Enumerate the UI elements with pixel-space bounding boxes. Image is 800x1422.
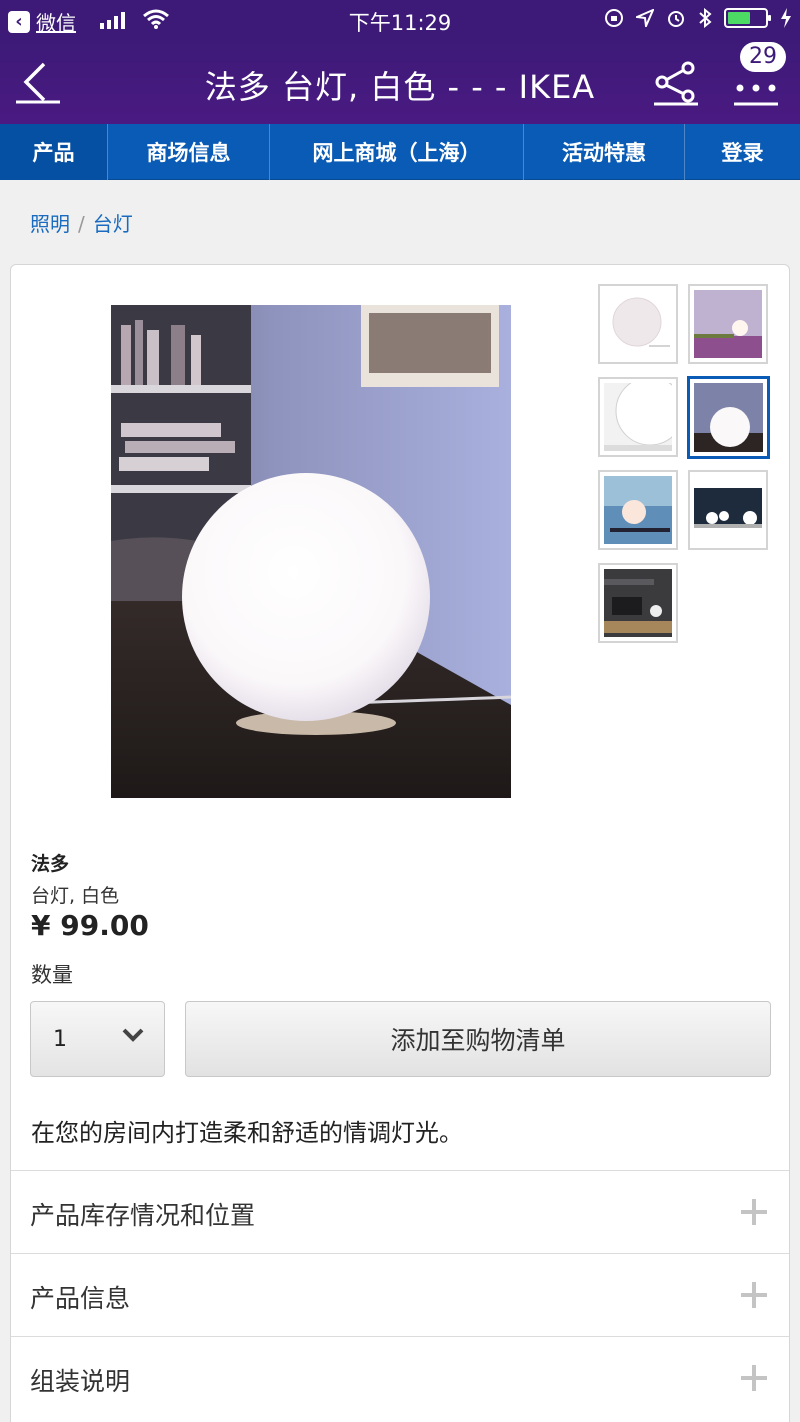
breadcrumb-table-lamps[interactable]: 台灯 (93, 212, 133, 236)
thumbnail-2[interactable] (688, 284, 768, 364)
product-main-image[interactable] (111, 305, 511, 798)
plus-icon (741, 1199, 767, 1225)
product-description: 台灯, 白色 (31, 885, 120, 907)
thumbnail-5[interactable] (598, 470, 678, 550)
location-icon (636, 9, 654, 27)
tab-promotions[interactable]: 活动特惠 (524, 124, 685, 180)
accordion-label: 组装说明 (30, 1367, 131, 1396)
bluetooth-icon (699, 8, 712, 28)
accordion-assembly-instructions[interactable]: 组装说明 (11, 1336, 789, 1419)
product-card: 法多 台灯, 白色 ¥ 99.00 数量 1 添加至购物清单 在您的房间内打造柔… (10, 264, 790, 1422)
add-to-shopping-list-button[interactable]: 添加至购物清单 (185, 1001, 771, 1077)
battery-icon (724, 8, 771, 28)
product-tagline: 在您的房间内打造柔和舒适的情调灯光。 (31, 1119, 463, 1147)
quantity-label: 数量 (31, 963, 73, 987)
nav-tabs: 产品 商场信息 网上商城（上海） 活动特惠 登录 (0, 124, 800, 180)
title-bar: 法多 台灯, 白色 - - - IKEA 29 (0, 40, 800, 124)
accordion-product-info[interactable]: 产品信息 (11, 1253, 789, 1336)
notification-badge: 29 (740, 42, 786, 72)
breadcrumb-lighting[interactable]: 照明 (30, 212, 70, 236)
tab-products[interactable]: 产品 (0, 124, 108, 180)
status-bar: ‹ 微信 下午11:29 (0, 0, 800, 40)
quantity-value: 1 (53, 1026, 67, 1052)
thumbnail-1[interactable] (598, 284, 678, 364)
plus-icon (741, 1282, 767, 1308)
breadcrumb: 照明 / 台灯 (30, 208, 133, 237)
thumbnail-3[interactable] (598, 377, 678, 457)
quantity-select[interactable]: 1 (30, 1001, 165, 1077)
chevron-down-icon (122, 1028, 144, 1042)
breadcrumb-separator: / (78, 212, 85, 236)
tab-login[interactable]: 登录 (685, 124, 800, 180)
orientation-lock-icon (605, 9, 623, 27)
lamp-photo (111, 305, 511, 798)
accordion-label: 产品库存情况和位置 (30, 1201, 256, 1230)
plus-icon (741, 1365, 767, 1391)
status-icons (604, 8, 792, 28)
thumbnail-7[interactable] (598, 563, 678, 643)
charging-icon (781, 8, 791, 28)
tab-online-store[interactable]: 网上商城（上海） (270, 124, 524, 180)
product-price: ¥ 99.00 (31, 909, 149, 942)
product-name: 法多 (31, 853, 70, 875)
alarm-icon (668, 11, 684, 27)
tab-store-info[interactable]: 商场信息 (108, 124, 270, 180)
accordion-label: 产品信息 (30, 1284, 131, 1313)
share-icon[interactable] (652, 60, 700, 106)
accordion-stock-location[interactable]: 产品库存情况和位置 (11, 1170, 789, 1253)
thumbnail-6[interactable] (688, 470, 768, 550)
thumbnail-4-selected[interactable] (687, 376, 770, 459)
